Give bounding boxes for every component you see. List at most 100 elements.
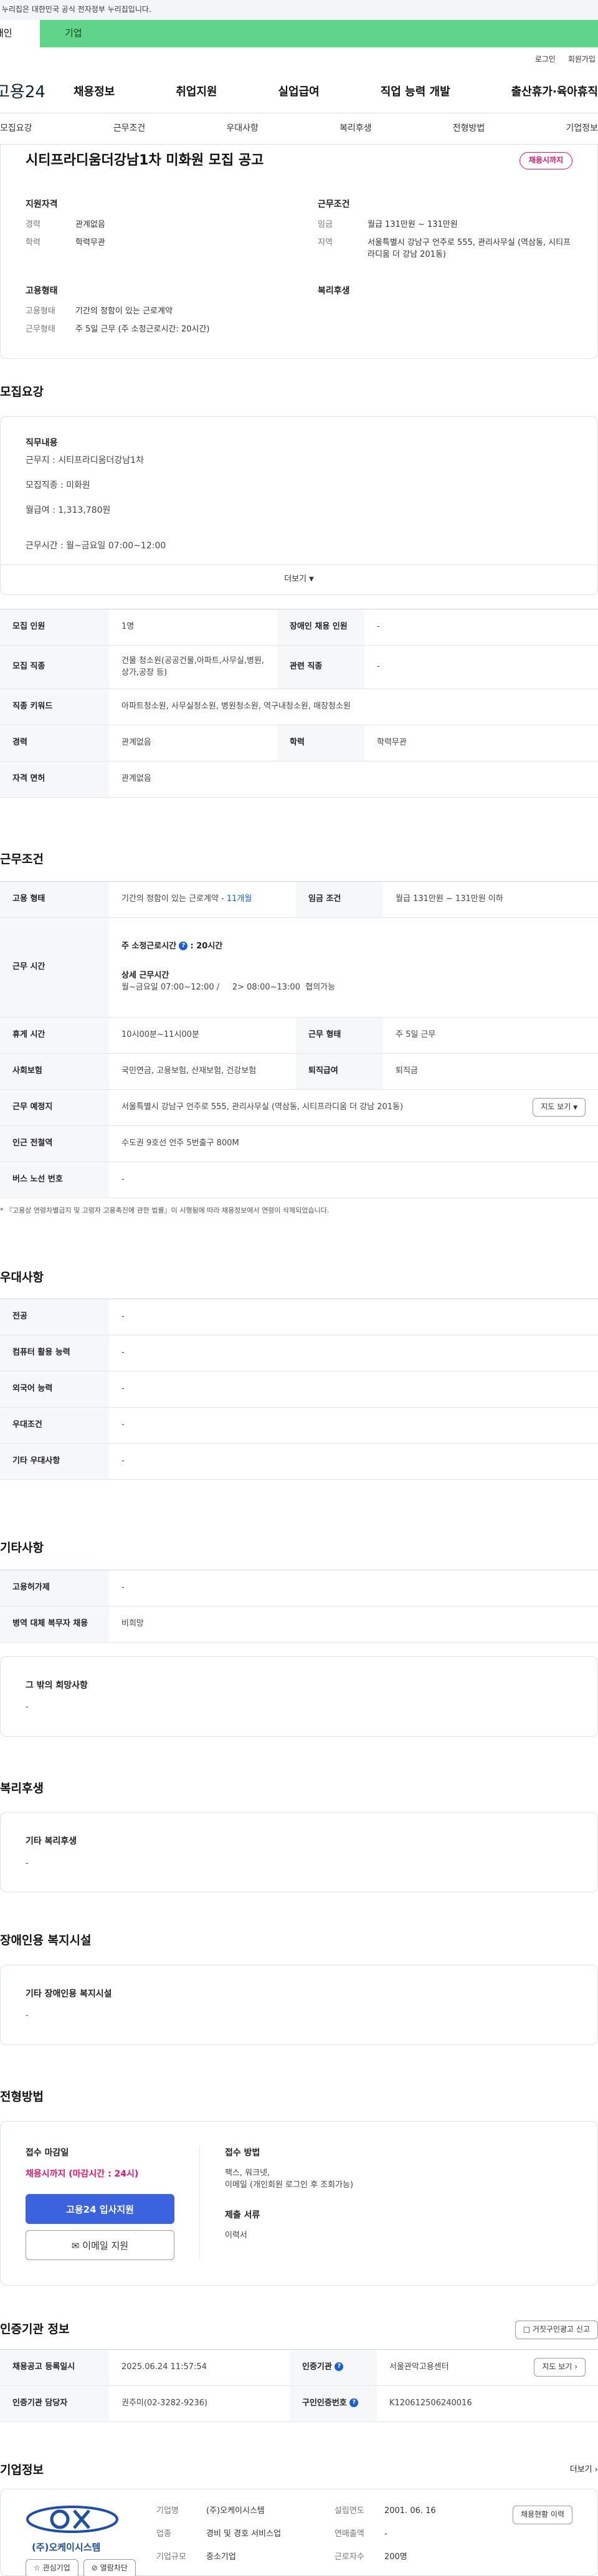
- subnav-company[interactable]: 기업정보: [566, 122, 598, 135]
- table-header: 인증기관 ?: [290, 2349, 377, 2386]
- method-value-1: 팩스, 워크넷,: [225, 2168, 270, 2178]
- tab-individual-label: 개인: [0, 27, 12, 39]
- table-header: 버스 노선 번호: [0, 1162, 109, 1198]
- method-heading: 접수 방법: [225, 2147, 260, 2158]
- company-card: (주)오케이시스템 ☆ 관심기업 ⊘ 열람차단 기업명 (주)오케이시스템 설립연…: [0, 2489, 598, 2576]
- apply-button[interactable]: 고용24 입사지원: [26, 2194, 174, 2225]
- welfare-heading: 기타 복리후생: [26, 1836, 77, 1847]
- table-header: 채용공고 등록일시: [0, 2349, 109, 2386]
- disabled-facilities-card: 기타 장애인용 복지시설 -: [0, 1964, 598, 2046]
- table-cell: 서울특별시 강남구 언주로 555, 관리사무실 (역삼동, 시티프라디움 더 …: [109, 1089, 598, 1126]
- table-cell: 학력무관: [364, 725, 598, 762]
- table-row: 근무 예정지 서울특별시 강남구 언주로 555, 관리사무실 (역삼동, 시티…: [0, 1089, 598, 1126]
- table-cell: -: [364, 609, 598, 646]
- table-row: 우대조건 -: [0, 1407, 598, 1444]
- table-cell: 관계없음: [109, 761, 598, 798]
- table-cell: 건물 청소원(공공건물,아파트,사무실,병원,상가,공장 등): [109, 645, 277, 690]
- subnav-work-conditions[interactable]: 근무조건: [113, 122, 146, 135]
- email-apply-button[interactable]: ✉ 이메일 지원: [26, 2230, 174, 2261]
- info-icon[interactable]: ?: [179, 942, 188, 951]
- company-value: (주)오케이시스템: [206, 2506, 265, 2516]
- table-header: 퇴직급여: [296, 1053, 383, 1090]
- gnb-item-jobs[interactable]: 채용정보: [74, 84, 115, 100]
- kv-value: 관계없음: [75, 220, 105, 230]
- table-cell: 월급 131만원 ~ 131만원 이하: [383, 880, 598, 918]
- apply-left-panel: 접수 마감일 채용시까지 (마감시간 : 24시) 고용24 입사지원 ✉ 이메…: [26, 2146, 200, 2261]
- table-row: 기타 우대사항 -: [0, 1443, 598, 1481]
- info-icon[interactable]: ?: [349, 2398, 359, 2408]
- table-header: 컴퓨터 활용 능력: [0, 1335, 109, 1372]
- block-label: 열람차단: [100, 2564, 128, 2573]
- kv-key: 학력: [26, 238, 40, 248]
- disabled-facilities-heading: 기타 장애인용 복지시설: [26, 1988, 112, 1999]
- weekly-hours-label: 주 소정근로시간: [121, 941, 177, 951]
- table-row: 버스 노선 번호 -: [0, 1162, 598, 1198]
- org-value: 서울관악고용센터: [389, 2362, 449, 2372]
- block-view-button[interactable]: ⊘ 열람차단: [83, 2559, 136, 2576]
- table-row: 경력 관계없음 학력 학력무관: [0, 725, 598, 762]
- report-fake-ad-button[interactable]: □ 거짓구인광고 신고: [515, 2321, 598, 2339]
- subnav-recruit[interactable]: 모집요강: [0, 122, 32, 135]
- table-cell: 퇴직금: [383, 1053, 598, 1090]
- kv-value: 월급 131만원 ~ 131만원: [368, 220, 458, 230]
- table-cell: -: [109, 1407, 598, 1444]
- summary-conditions-heading: 근무조건: [318, 199, 350, 209]
- cert-table: 채용공고 등록일시 2025.06.24 11:57:54 인증기관 ? 서울관악…: [0, 2349, 598, 2422]
- signup-link[interactable]: 회원가입: [568, 54, 596, 65]
- info-icon[interactable]: ?: [335, 2362, 344, 2372]
- favorite-company-button[interactable]: ☆ 관심기업: [26, 2559, 78, 2576]
- detail-line: 근무시간 : 월~금요일 07:00~12:00: [26, 540, 166, 551]
- company-value: 중소기업: [206, 2552, 236, 2562]
- summary-conditions: 근무조건 임금 월급 131만원 ~ 131만원 지역 서울특별시 강남구 언주로 …: [318, 198, 572, 267]
- company-more-label: 더보기: [569, 2465, 592, 2474]
- map-button[interactable]: 지도 보기 ▼: [533, 1098, 586, 1117]
- table-row: 채용공고 등록일시 2025.06.24 11:57:54 인증기관 ? 서울관악…: [0, 2349, 598, 2386]
- kv-value: 기간의 정함이 있는 근로계약: [75, 307, 173, 317]
- section-title-etc: 기타사항: [0, 1541, 44, 1555]
- table-row: 직종 키워드 아파트청소원, 사무실청소원, 병원청소원, 역구내청소원, 매장청…: [0, 689, 598, 726]
- gnb-item-unemployment-benefit[interactable]: 실업급여: [278, 84, 320, 100]
- tab-individual[interactable]: 개인: [0, 20, 40, 47]
- table-row: 인증기관 담당자 권주미(02-3282-9236) 구인인증번호 ? K1206…: [0, 2385, 598, 2422]
- more-button[interactable]: 더보기 ▼: [1, 565, 597, 594]
- work-table: 고용 형태 기간의 정함이 있는 근로계약 - 11개월 임금 조건 월급 131…: [0, 880, 598, 1198]
- login-link[interactable]: 로그인: [535, 54, 556, 65]
- company-key: 기업명: [156, 2506, 179, 2516]
- table-header: 직종 키워드: [0, 689, 109, 726]
- table-header: 전공: [0, 1299, 109, 1336]
- table-row: 병역 대체 복무자 채용 비희망: [0, 1606, 598, 1643]
- gov-notice-bar: 이 누리집은 대한민국 공식 전자정부 누리집입니다.: [0, 0, 598, 20]
- company-value: -: [384, 2529, 387, 2539]
- section-title-welfare: 복리후생: [0, 1781, 44, 1795]
- gnb-item-vocational-training[interactable]: 직업 능력 개발: [381, 84, 450, 100]
- table-cell: 주 소정근로시간 ? : 20시간 상세 근무시간 월~금요일 07:00~12…: [109, 917, 598, 1018]
- subnav-preferences[interactable]: 우대사항: [226, 122, 259, 135]
- hiring-history-button[interactable]: 채용현황 이력: [512, 2506, 572, 2524]
- block-icon: ⊘: [91, 2564, 98, 2573]
- table-header: 경력: [0, 725, 109, 762]
- gnb-item-parental-leave[interactable]: 출산휴가·육아휴직: [511, 84, 598, 100]
- hours-detail-heading: 상세 근무시간: [121, 970, 169, 980]
- company-more-link[interactable]: 더보기 ›: [570, 2464, 598, 2476]
- site-logo[interactable]: 고용24: [0, 81, 74, 105]
- table-cell: 아파트청소원, 사무실청소원, 병원청소원, 역구내청소원, 매장청소원: [109, 689, 598, 726]
- map-button-label: 지도 보기: [541, 1102, 571, 1112]
- employment-type-value: 기간의 정함이 있는 근로계약 -: [121, 894, 224, 904]
- other-requests-heading: 그 밖의 희망사항: [26, 1680, 88, 1691]
- kv-key: 근무형태: [26, 324, 55, 334]
- company-value: 200명: [384, 2552, 407, 2562]
- subnav-welfare[interactable]: 복리후생: [339, 122, 372, 135]
- subnav-process[interactable]: 전형방법: [453, 122, 485, 135]
- table-cell: -: [109, 1569, 598, 1606]
- tab-company[interactable]: 기업: [40, 20, 598, 47]
- cert-map-button[interactable]: 지도 보기 ›: [534, 2358, 586, 2377]
- recruit-detail-card: 직무내용 근무지 : 시티프라디움더강남1차 모집직종 : 미화원 월급여 : …: [0, 416, 598, 596]
- company-header: 기업정보 더보기 ›: [0, 2462, 598, 2479]
- gnb-item-employment-support[interactable]: 취업지원: [176, 84, 217, 100]
- table-row: 사회보험 국민연금, 고용보험, 산재보험, 건강보험 퇴직급여 퇴직금: [0, 1053, 598, 1090]
- table-row: 전공 -: [0, 1299, 598, 1336]
- table-header: 자격 면허: [0, 761, 109, 798]
- table-cell: 주 5일 근무: [383, 1017, 598, 1054]
- deadline-value: 채용시까지 (마감시간 : 24시): [26, 2168, 139, 2179]
- table-cell: K120612506240016: [377, 2385, 598, 2422]
